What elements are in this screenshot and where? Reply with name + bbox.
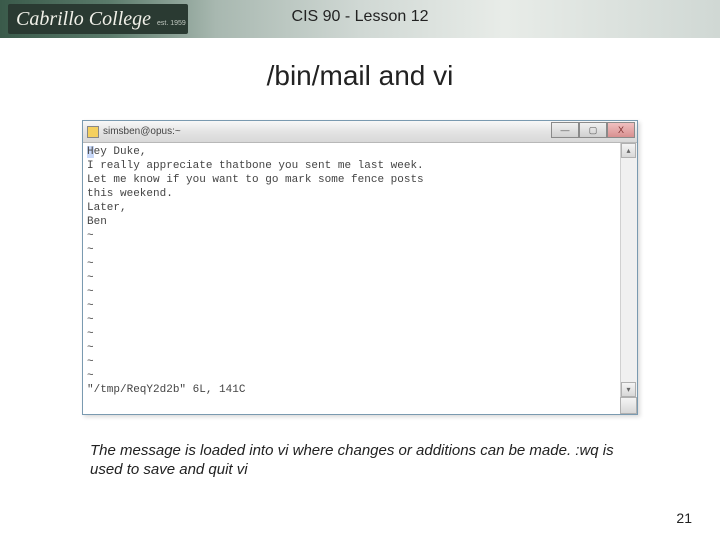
terminal-window: simsben@opus:~ — ▢ X Hey Duke, I really … (82, 120, 638, 415)
page-number: 21 (676, 510, 692, 526)
scroll-up-icon[interactable]: ▴ (621, 143, 636, 158)
minimize-button[interactable]: — (551, 122, 579, 138)
window-titlebar[interactable]: simsben@opus:~ — ▢ X (83, 121, 637, 143)
scroll-down-icon[interactable]: ▾ (621, 382, 636, 397)
window-title-text: simsben@opus:~ (103, 126, 181, 137)
slide-caption: The message is loaded into vi where chan… (90, 442, 630, 480)
maximize-button[interactable]: ▢ (579, 122, 607, 138)
scrollbar[interactable]: ▴ ▾ (620, 143, 637, 414)
header-bar: Cabrillo College est. 1959 CIS 90 - Less… (0, 0, 720, 38)
course-title: CIS 90 - Lesson 12 (292, 8, 429, 26)
putty-icon (87, 126, 99, 138)
window-controls: — ▢ X (551, 122, 635, 138)
slide-title: /bin/mail and vi (0, 60, 720, 92)
close-button[interactable]: X (607, 122, 635, 138)
terminal-body[interactable]: Hey Duke, I really appreciate thatbone y… (83, 143, 620, 414)
college-logo: Cabrillo College est. 1959 (8, 4, 188, 34)
resize-grip-icon[interactable] (620, 397, 637, 414)
logo-text: Cabrillo College (16, 8, 151, 31)
logo-subtext: est. 1959 (157, 20, 186, 27)
